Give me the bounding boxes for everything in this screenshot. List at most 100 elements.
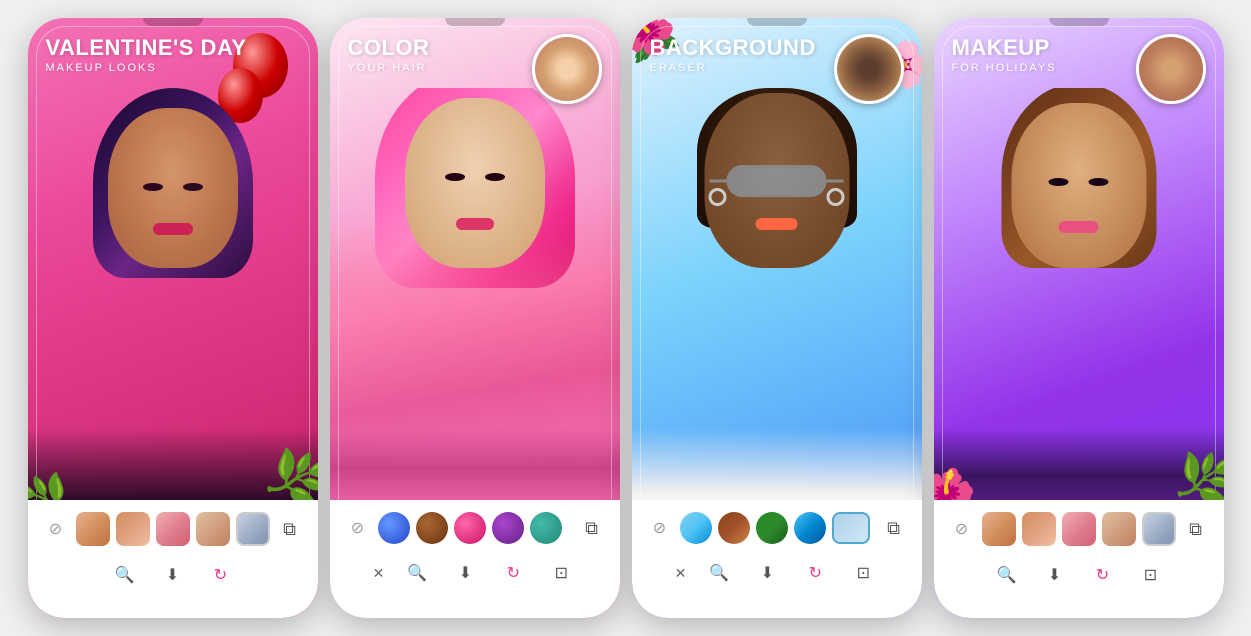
card-subtitle-1: MAKEUP LOOKS [46,62,300,74]
download-btn-2[interactable]: ⬇ [450,558,480,588]
card-title-1: VALENTINE'S DAY [46,36,300,60]
sync-btn-3[interactable]: ↻ [800,558,830,588]
swatch-4-1[interactable] [982,512,1016,546]
cross-btn-3[interactable]: ✕ [675,565,687,582]
sunglasses-3 [727,165,827,197]
magnify-btn-1[interactable]: 🔍 [110,560,140,590]
compare-icon-1[interactable]: ⧉ [276,519,304,540]
swatch-4-4[interactable] [1102,512,1136,546]
swatch-2-brown[interactable] [416,512,448,544]
portrait-area-2 [330,88,620,508]
earring-left-3 [709,188,727,206]
phone-card-background: BACKGROUND ERASER 🌺 🌸 🌿 ⊘ ⧉ ✕ [632,18,922,618]
thumbnail-3 [834,34,904,104]
phone-notch [143,18,203,26]
swatch-4-5[interactable] [1142,512,1176,546]
phone-card-makeup: MAKEUP FOR HOLIDAYS 🌿 🌺 ⊘ ⧉ 🔍 [934,18,1224,618]
swatch-1-5[interactable] [236,512,270,546]
lips-4 [1059,221,1099,233]
eye-right-4 [1089,178,1109,186]
download-btn-4[interactable]: ⬇ [1040,560,1070,590]
swatch-4-3[interactable] [1062,512,1096,546]
thumbnail-img-3 [837,37,901,101]
phone-notch-3 [747,18,807,26]
magnify-icon-3: 🔍 [709,563,729,583]
magnify-btn-2[interactable]: 🔍 [402,558,432,588]
toolbar-actions-4: 🔍 ⬇ ↻ ⊡ [944,556,1214,594]
toolbar-actions-2: ✕ 🔍 ⬇ ↻ ⊡ [340,554,610,592]
swatch-2-blue[interactable] [378,512,410,544]
cross-btn-2[interactable]: ✕ [373,565,385,582]
cancel-icon-4[interactable]: ⊘ [948,519,976,539]
earring-right-3 [827,188,845,206]
download-icon-1: ⬇ [166,565,179,585]
lips-1 [153,223,193,235]
download-icon-2: ⬇ [459,563,472,583]
magnify-icon-2: 🔍 [407,563,427,583]
compare-icon-3[interactable]: ⧉ [880,518,908,539]
swatch-1-2[interactable] [116,512,150,546]
portrait-area-4 [934,88,1224,508]
toolbar-4: ⊘ ⧉ 🔍 ⬇ ↻ ⊡ [934,500,1224,618]
share-btn-3[interactable]: ⊡ [848,558,878,588]
sync-btn-4[interactable]: ↻ [1088,560,1118,590]
face-3 [704,93,849,268]
compare-icon-2[interactable]: ⧉ [578,518,606,539]
eye-left-1 [143,183,163,191]
sync-icon-4: ↻ [1096,565,1109,585]
swatch-2-pink[interactable] [454,512,486,544]
eye-left-2 [445,173,465,181]
shoulder-2 [330,428,620,508]
compare-icon-4[interactable]: ⧉ [1182,519,1210,540]
magnify-icon-4: 🔍 [997,565,1017,585]
eye-right-1 [183,183,203,191]
thumbnail-img-4 [1139,37,1203,101]
swatch-2-teal[interactable] [530,512,562,544]
thumbnail-4 [1136,34,1206,104]
magnify-btn-3[interactable]: 🔍 [704,558,734,588]
phone-notch-4 [1049,18,1109,26]
share-btn-4[interactable]: ⊡ [1136,560,1166,590]
magnify-btn-4[interactable]: 🔍 [992,560,1022,590]
face-1 [108,108,238,268]
download-btn-1[interactable]: ⬇ [158,560,188,590]
lips-3 [756,218,798,230]
swatch-3-selected[interactable] [832,512,870,544]
swatch-2-purple[interactable] [492,512,524,544]
swatch-3-nature[interactable] [756,512,788,544]
swatch-1-1[interactable] [76,512,110,546]
cancel-icon-2[interactable]: ⊘ [344,518,372,538]
swatch-3-sky[interactable] [680,512,712,544]
swatches-row-1: ⊘ ⧉ [38,508,308,550]
swatches-row-2: ⊘ ⧉ [340,508,610,548]
swatch-4-2[interactable] [1022,512,1056,546]
portrait-area-1 [28,88,318,508]
swatch-3-forest[interactable] [718,512,750,544]
thumbnail-img-2 [535,37,599,101]
swatch-3-water[interactable] [794,512,826,544]
download-icon-4: ⬇ [1048,565,1061,585]
sync-btn-2[interactable]: ↻ [498,558,528,588]
eye-left-4 [1049,178,1069,186]
phone-notch-2 [445,18,505,26]
thumbnail-2 [532,34,602,104]
download-btn-3[interactable]: ⬇ [752,558,782,588]
toolbar-2: ⊘ ⧉ ✕ 🔍 ⬇ ↻ ⊡ [330,500,620,618]
sync-icon-3: ↻ [809,563,822,583]
cancel-icon-1[interactable]: ⊘ [42,519,70,539]
sync-btn-1[interactable]: ↻ [206,560,236,590]
eye-right-2 [485,173,505,181]
sync-icon-2: ↻ [507,563,520,583]
sync-icon-1: ↻ [214,565,227,585]
toolbar-1: ⊘ ⧉ 🔍 ⬇ ↻ [28,500,318,618]
phone-card-valentines: VALENTINE'S DAY MAKEUP LOOKS 🌿 🌿 ⊘ ⧉ � [28,18,318,618]
phone-card-color: COLOR YOUR HAIR ⊘ ⧉ ✕ 🔍 [330,18,620,618]
download-icon-3: ⬇ [761,563,774,583]
share-icon-4: ⊡ [1144,565,1157,585]
swatches-row-4: ⊘ ⧉ [944,508,1214,550]
share-btn-2[interactable]: ⊡ [546,558,576,588]
cancel-icon-3[interactable]: ⊘ [646,518,674,538]
swatch-1-3[interactable] [156,512,190,546]
toolbar-3: ⊘ ⧉ ✕ 🔍 ⬇ ↻ ⊡ [632,500,922,618]
swatch-1-4[interactable] [196,512,230,546]
